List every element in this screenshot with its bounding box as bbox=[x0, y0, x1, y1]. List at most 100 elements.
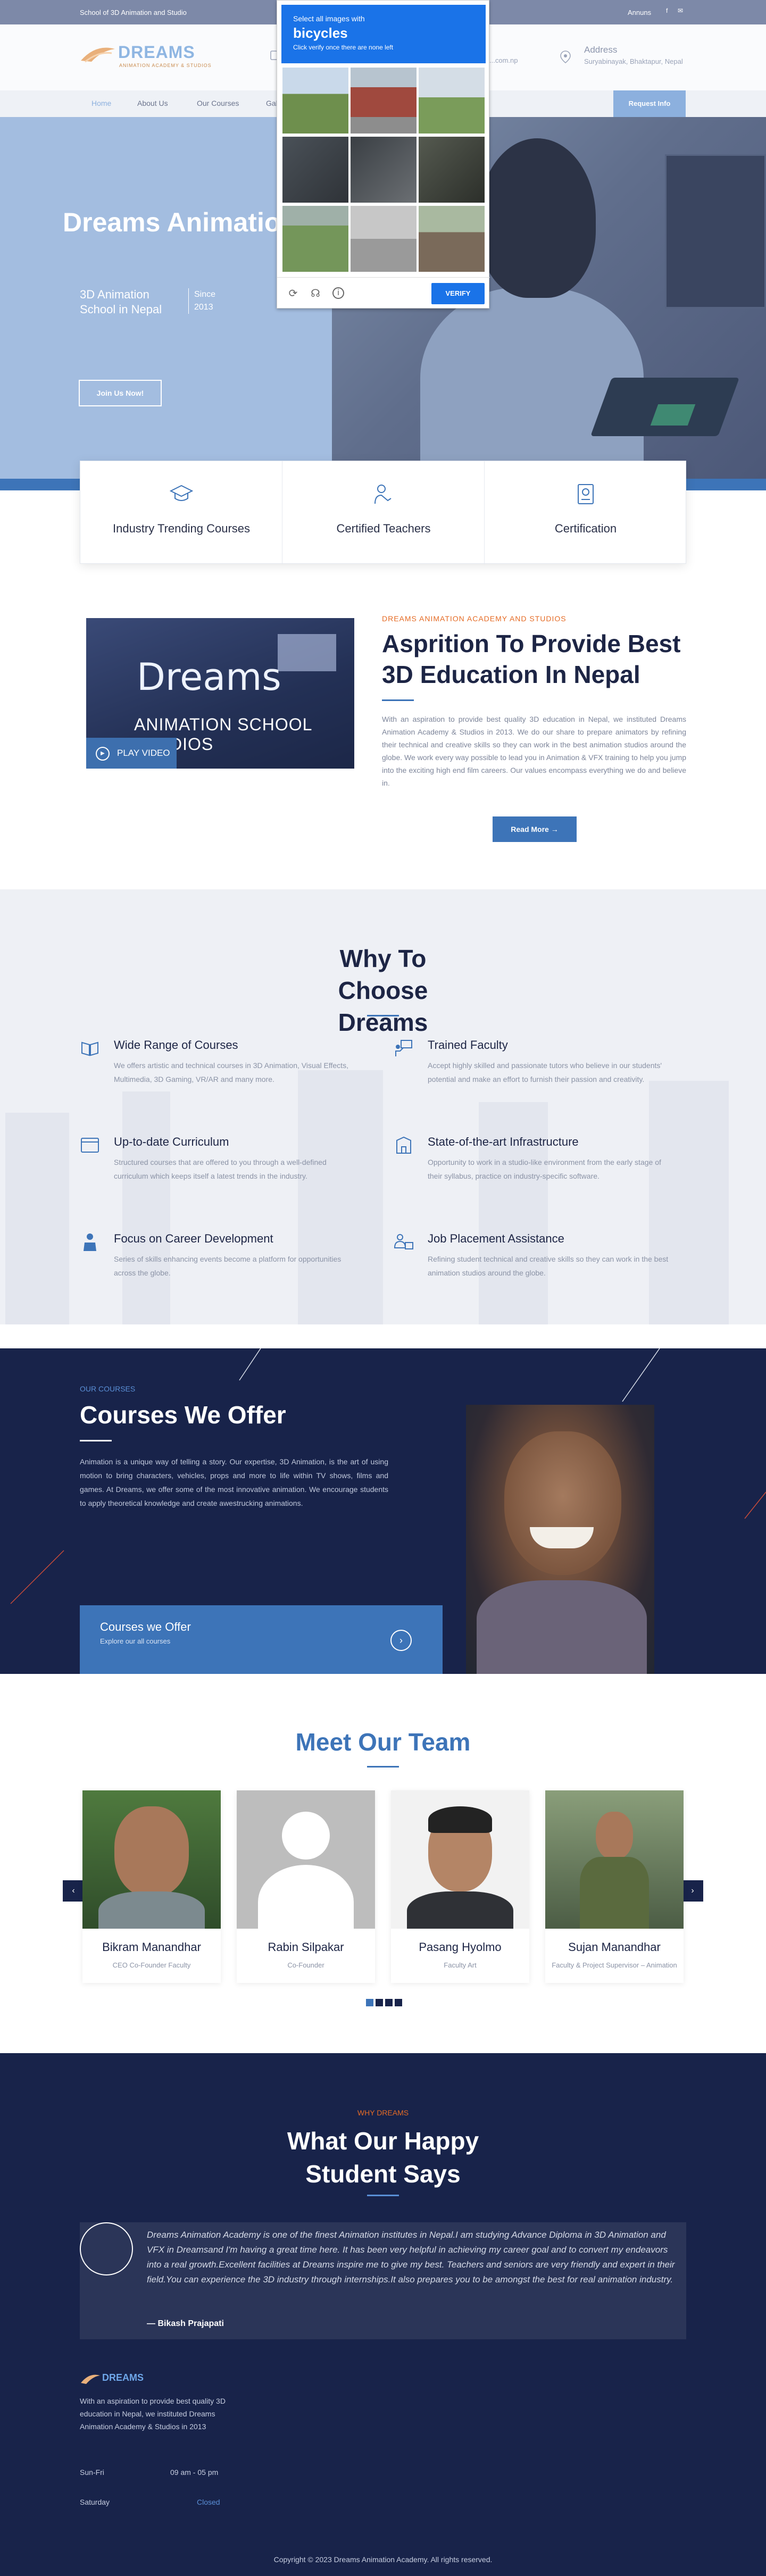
certified-teacher-icon bbox=[374, 485, 392, 504]
nav-about-us[interactable]: About Us bbox=[137, 99, 168, 107]
why-item-desc: Series of skills enhancing events become… bbox=[114, 1255, 342, 1277]
captcha-verify-button[interactable]: VERIFY bbox=[431, 283, 485, 304]
avatar-body bbox=[258, 1865, 354, 1929]
captcha-tile-4[interactable] bbox=[282, 137, 348, 203]
hero-person-head bbox=[479, 138, 596, 298]
screen-glow bbox=[278, 634, 336, 671]
portrait-face bbox=[504, 1431, 621, 1575]
carousel-next-button[interactable]: › bbox=[682, 1880, 703, 1902]
certificate-icon bbox=[578, 484, 594, 504]
logo-name: DREAMS bbox=[118, 43, 195, 62]
play-video-button[interactable]: ▶ PLAY VIDEO bbox=[86, 738, 177, 769]
hours-time: Closed bbox=[197, 2498, 220, 2506]
keyboard-glow bbox=[650, 404, 696, 426]
mail-icon[interactable]: ✉ bbox=[678, 7, 683, 14]
captcha-tile-5[interactable] bbox=[351, 137, 417, 203]
arrow-right-icon: → bbox=[551, 825, 559, 833]
carousel-dot[interactable] bbox=[395, 1999, 402, 2006]
footer-logo-mark-icon bbox=[81, 2374, 100, 2384]
address-block: Address Suryabinayak, Bhaktapur, Nepal bbox=[584, 45, 683, 65]
captcha-header: Select all images with bicycles Click ve… bbox=[281, 5, 486, 63]
captcha-tile-8[interactable] bbox=[351, 206, 417, 272]
carousel-dot[interactable] bbox=[366, 1999, 373, 2006]
arrow-right-icon[interactable]: › bbox=[390, 1630, 412, 1651]
email-contact[interactable]: ...com.np bbox=[489, 56, 518, 64]
why-item-title: Up-to-date Curriculum bbox=[114, 1135, 229, 1148]
student-portrait bbox=[466, 1405, 654, 1674]
captcha-footer: ⟳ ☊ i VERIFY bbox=[277, 277, 490, 309]
team-card[interactable]: Sujan Manandhar Faculty & Project Superv… bbox=[545, 1790, 684, 1983]
courses-body: Animation is a unique way of telling a s… bbox=[80, 1457, 388, 1507]
testimonial-title: What Our Happy Student Says bbox=[287, 2127, 479, 2188]
captcha-tile-2[interactable] bbox=[351, 68, 417, 134]
request-info-button[interactable]: Request Info bbox=[613, 90, 686, 117]
hours-day: Saturday bbox=[80, 2498, 110, 2506]
carousel-dot[interactable] bbox=[376, 1999, 383, 2006]
feature-label: Certified Teachers bbox=[336, 522, 431, 535]
footer-description: With an aspiration to provide best quali… bbox=[80, 2397, 226, 2431]
hours-day: Sun-Fri bbox=[80, 2468, 104, 2477]
hero-since: Since 2013 bbox=[188, 288, 226, 314]
photo-hair bbox=[428, 1806, 492, 1833]
why-item-title: Wide Range of Courses bbox=[114, 1038, 238, 1052]
testimonial-quote: Dreams Animation Academy is one of the f… bbox=[147, 2230, 675, 2285]
feature-card: Industry Trending Courses bbox=[80, 461, 282, 564]
read-more-label: Read More bbox=[511, 825, 549, 833]
team-card[interactable]: Rabin Silpakar Co-Founder bbox=[237, 1790, 375, 1983]
team-photo bbox=[545, 1790, 684, 1929]
why-item-title: Job Placement Assistance bbox=[428, 1232, 564, 1245]
feature-label: Industry Trending Courses bbox=[112, 522, 251, 535]
why-item-desc: Accept highly skilled and passionate tut… bbox=[428, 1061, 662, 1083]
testimonial-kicker: WHY DREAMS bbox=[357, 2108, 409, 2117]
nav-our-courses[interactable]: Our Courses bbox=[197, 99, 239, 107]
join-us-button[interactable]: Join Us Now! bbox=[79, 380, 162, 406]
portrait-scarf bbox=[477, 1580, 647, 1674]
carousel-dot[interactable] bbox=[385, 1999, 393, 2006]
info-icon[interactable]: i bbox=[332, 287, 344, 299]
facebook-icon[interactable]: f bbox=[666, 7, 668, 14]
why-item-title: Trained Faculty bbox=[428, 1038, 508, 1052]
captcha-instruction: Select all images with bbox=[293, 14, 365, 23]
read-more-button[interactable]: Read More → bbox=[493, 816, 577, 842]
monitor-graphic bbox=[665, 154, 766, 309]
captcha-hint: Click verify once there are none left bbox=[293, 44, 394, 51]
reload-icon[interactable]: ⟳ bbox=[287, 287, 299, 300]
photo-face bbox=[596, 1812, 633, 1860]
team-card[interactable]: Pasang Hyolmo Faculty Art bbox=[391, 1790, 529, 1983]
address-title: Address bbox=[584, 45, 618, 55]
site-logo[interactable]: DREAMS ANIMATION ACADEMY & STUDIOS bbox=[80, 41, 218, 73]
captcha-dialog: Select all images with bicycles Click ve… bbox=[277, 0, 490, 309]
bg-building bbox=[122, 1091, 170, 1324]
captcha-tile-1[interactable] bbox=[282, 68, 348, 134]
carousel-prev-button[interactable]: ‹ bbox=[63, 1880, 84, 1902]
audio-icon[interactable]: ☊ bbox=[309, 287, 322, 300]
play-video-label: PLAY VIDEO bbox=[117, 748, 170, 758]
captcha-tile-6[interactable] bbox=[419, 137, 485, 203]
features-strip: Industry Trending Courses Certified Teac… bbox=[80, 461, 686, 564]
team-photo-placeholder bbox=[237, 1790, 375, 1929]
team-photo bbox=[82, 1790, 221, 1929]
logo-tagline: ANIMATION ACADEMY & STUDIOS bbox=[119, 63, 212, 68]
courses-cta-box[interactable]: Courses we Offer Explore our all courses… bbox=[80, 1605, 443, 1674]
captcha-tile-9[interactable] bbox=[419, 206, 485, 272]
hours-time: 09 am - 05 pm bbox=[170, 2468, 219, 2477]
placement-icon bbox=[394, 1234, 413, 1249]
team-member-name: Rabin Silpakar bbox=[268, 1940, 344, 1954]
why-item-desc: We offers artistic and technical courses… bbox=[114, 1061, 348, 1083]
footer-logo[interactable]: DREAMS bbox=[102, 2372, 144, 2383]
topbar-tagline: School of 3D Animation and Studio bbox=[80, 9, 187, 16]
captcha-tile-7[interactable] bbox=[282, 206, 348, 272]
avatar-head bbox=[282, 1812, 330, 1860]
why-item-title: State-of-the-art Infrastructure bbox=[428, 1135, 579, 1148]
title-divider bbox=[367, 1766, 399, 1768]
nav-home[interactable]: Home bbox=[91, 99, 111, 107]
about-title: Asprition To Provide Best 3D Education I… bbox=[382, 630, 681, 688]
topbar-link[interactable]: Annuns bbox=[628, 9, 651, 16]
team-member-name: Pasang Hyolmo bbox=[419, 1940, 502, 1954]
title-divider bbox=[367, 1015, 399, 1016]
bg-building bbox=[298, 1070, 383, 1324]
team-member-name: Bikram Manandhar bbox=[102, 1940, 201, 1954]
why-item-desc: Refining student technical and creative … bbox=[428, 1255, 669, 1277]
captcha-tile-3[interactable] bbox=[419, 68, 485, 134]
team-card[interactable]: Bikram Manandhar CEO Co-Founder Faculty bbox=[82, 1790, 221, 1983]
